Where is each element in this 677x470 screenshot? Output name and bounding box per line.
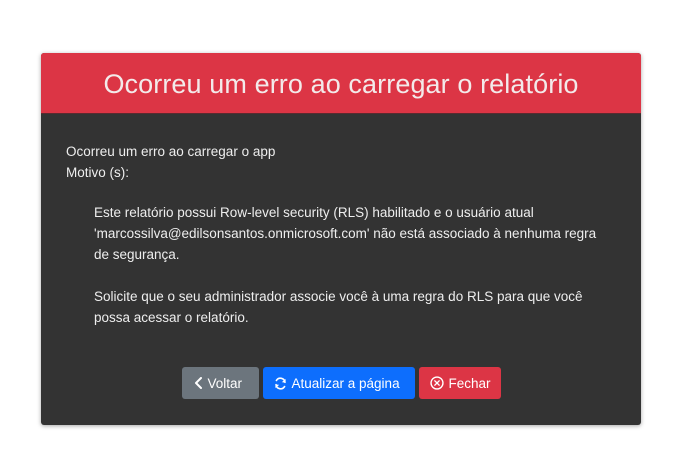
chevron-left-icon — [194, 377, 203, 389]
advice-line: Solicite que o seu administrador associe… — [94, 289, 583, 304]
refresh-button-label: Atualizar a página — [291, 375, 400, 391]
reason-text: Este relatório possui Row-level security… — [94, 202, 614, 265]
dialog-footer: Voltar Atualizar a página Fechar — [41, 367, 641, 399]
dialog-body: Ocorreu um erro ao carregar o app Motivo… — [41, 114, 641, 328]
error-dialog: Ocorreu um erro ao carregar o relatório … — [41, 53, 641, 425]
close-button[interactable]: Fechar — [418, 367, 501, 399]
reason-label: Motivo (s): — [66, 165, 130, 180]
reason-block: Este relatório possui Row-level security… — [94, 202, 614, 328]
advice-line: possa acessar o relatório. — [94, 310, 249, 325]
advice-text: Solicite que o seu administrador associe… — [94, 286, 614, 328]
back-button-label: Voltar — [207, 375, 243, 391]
reason-line: 'marcossilva@edilsonsantos.onmicrosoft.c… — [94, 226, 597, 241]
close-circle-icon — [429, 376, 444, 390]
reason-line: Este relatório possui Row-level security… — [94, 205, 534, 220]
refresh-icon — [274, 376, 287, 390]
back-button[interactable]: Voltar — [181, 367, 259, 399]
dialog-title: Ocorreu um erro ao carregar o relatório — [103, 68, 579, 99]
dialog-header: Ocorreu um erro ao carregar o relatório — [41, 53, 641, 114]
reason-line: de segurança. — [94, 247, 180, 262]
close-button-label: Fechar — [448, 375, 491, 391]
error-message: Ocorreu um erro ao carregar o app — [66, 144, 276, 159]
refresh-page-button[interactable]: Atualizar a página — [262, 367, 415, 399]
